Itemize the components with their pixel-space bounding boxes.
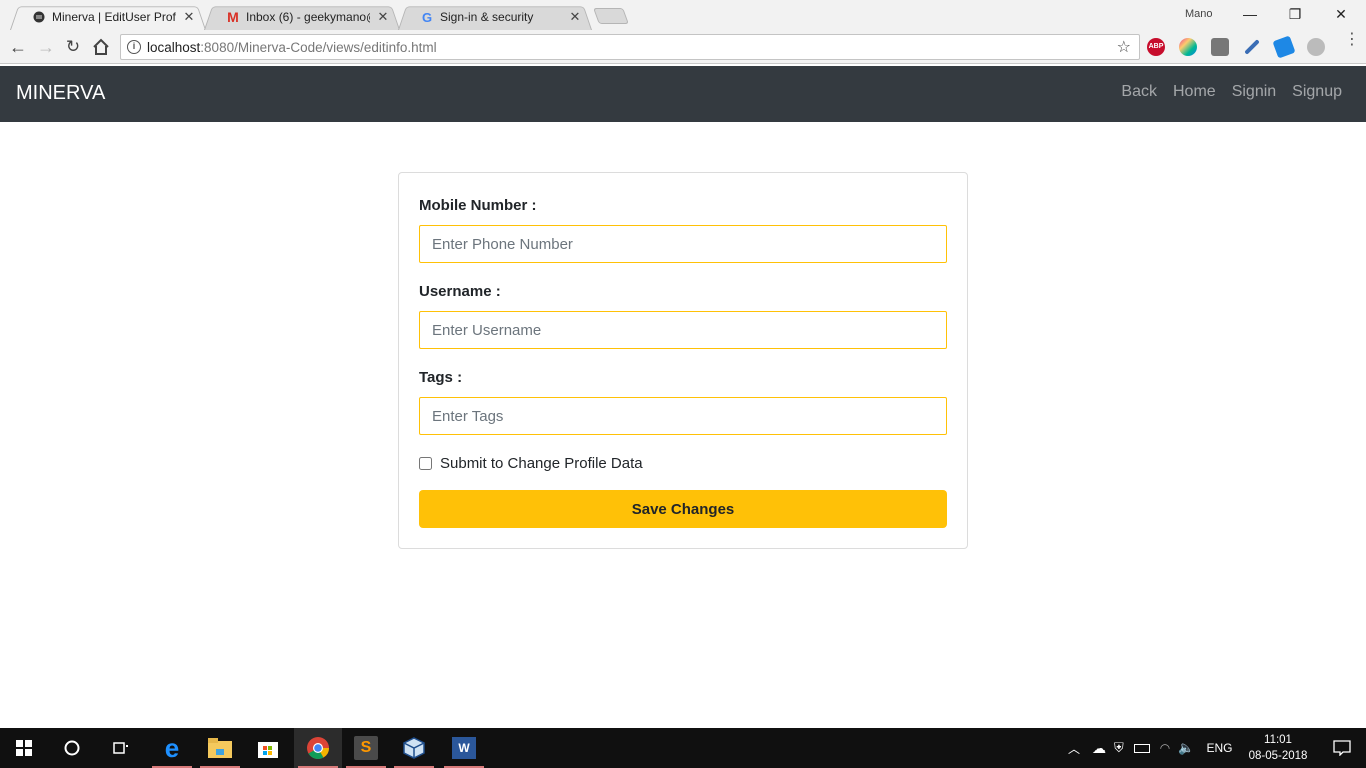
gray-extension-icon[interactable] [1307,38,1325,56]
submit-confirm-checkbox[interactable] [419,457,432,470]
stamp-extension-icon[interactable] [1211,38,1229,56]
username-label: Username : [419,283,501,300]
address-bar[interactable]: i localhost:8080/Minerva-Code/views/edit… [120,34,1140,60]
tab-title: Inbox (6) - geekymano@g [246,10,370,24]
tags-label: Tags : [419,369,463,386]
back-arrow-icon[interactable]: ← [6,35,30,59]
profile-name[interactable]: Mano [1185,8,1213,20]
edge-icon[interactable]: e [148,728,196,768]
nav-link-signin[interactable]: Signin [1232,83,1276,101]
browser-menu-icon[interactable]: ⋮ [1344,32,1360,48]
minimize-icon[interactable]: — [1235,4,1265,24]
close-tab-icon[interactable]: ✕ [376,9,390,25]
tab-title: Minerva | EditUser Profile [52,10,176,24]
submit-confirm-label[interactable]: Submit to Change Profile Data [440,455,643,472]
google-icon: G [421,9,433,25]
site-navbar: MINERVA Back Home Signin Signup [0,66,1366,122]
mobile-number-input[interactable] [419,225,947,263]
home-icon[interactable] [89,35,113,59]
start-icon[interactable] [0,728,48,768]
cortana-icon[interactable] [48,728,96,768]
battery-icon[interactable] [1133,743,1150,753]
gmail-icon: M [227,9,239,25]
tab-google-security[interactable]: G Sign-in & security ✕ [398,4,592,30]
chrome-icon[interactable] [294,728,342,768]
volume-icon[interactable]: 🔈 [1178,740,1194,756]
globe-icon [32,10,46,24]
clock[interactable]: 11:01 08-05-2018 [1245,732,1311,764]
browser-tab-bar: Minerva | EditUser Profile ✕ M Inbox (6)… [0,0,1366,30]
close-tab-icon[interactable]: ✕ [182,9,196,25]
language-indicator[interactable]: ENG [1206,741,1232,755]
defender-shield-icon[interactable]: ⛨ [1114,740,1124,756]
nav-link-signup[interactable]: Signup [1292,83,1342,101]
adblock-plus-icon[interactable]: ABP [1147,38,1165,56]
new-tab-button[interactable] [593,8,629,24]
mobile-number-label: Mobile Number : [419,197,537,214]
wifi-icon[interactable]: ◠ [1160,741,1170,755]
brand-logo[interactable]: MINERVA [16,82,105,105]
submit-confirm-row: Submit to Change Profile Data [419,455,643,472]
tab-title: Sign-in & security [440,10,534,24]
browser-toolbar: ← → ↻ i localhost:8080/Minerva-Code/view… [0,30,1366,64]
eyedropper-icon[interactable] [1244,39,1260,55]
save-changes-button[interactable]: Save Changes [419,490,947,528]
file-explorer-icon[interactable] [196,728,244,768]
tab-minerva[interactable]: Minerva | EditUser Profile ✕ [10,4,206,30]
nav-links: Back Home Signin Signup [1121,83,1342,101]
reload-icon[interactable]: ↻ [61,35,85,59]
action-center-icon[interactable] [1318,728,1366,768]
url-path: :8080/Minerva-Code/views/editinfo.html [200,39,437,55]
forward-arrow-icon[interactable]: → [34,35,58,59]
edit-profile-card: Mobile Number : Username : Tags : Submit… [398,172,968,549]
username-input[interactable] [419,311,947,349]
onedrive-icon[interactable]: ☁ [1092,740,1106,757]
virtualbox-icon[interactable] [390,728,438,768]
tag-extension-icon[interactable] [1272,35,1296,59]
tags-input[interactable] [419,397,947,435]
show-hidden-icons-icon[interactable]: ︿ [1068,740,1082,757]
url-host: localhost [147,39,201,55]
task-view-icon[interactable] [96,728,144,768]
restore-icon[interactable]: ❐ [1280,4,1310,24]
store-icon[interactable] [244,728,292,768]
bookmark-star-icon[interactable]: ☆ [1117,37,1131,57]
window-close-icon[interactable]: ✕ [1326,4,1356,24]
word-icon[interactable]: W [440,728,488,768]
system-tray: ︿ ☁ ⛨ ◠ 🔈 ENG [1068,728,1232,768]
nav-link-home[interactable]: Home [1173,83,1216,101]
tab-gmail[interactable]: M Inbox (6) - geekymano@g ✕ [204,4,400,30]
info-icon[interactable]: i [127,40,141,54]
colorful-extension-icon[interactable] [1179,38,1197,56]
nav-link-back[interactable]: Back [1121,83,1157,101]
sublime-text-icon[interactable]: S [342,728,390,768]
close-tab-icon[interactable]: ✕ [568,9,582,25]
windows-taskbar: e S W ︿ ☁ ⛨ ◠ 🔈 ENG 11:01 08-05-2018 [0,728,1366,768]
clock-date: 08-05-2018 [1248,750,1308,762]
clock-time: 11:01 [1264,734,1292,746]
